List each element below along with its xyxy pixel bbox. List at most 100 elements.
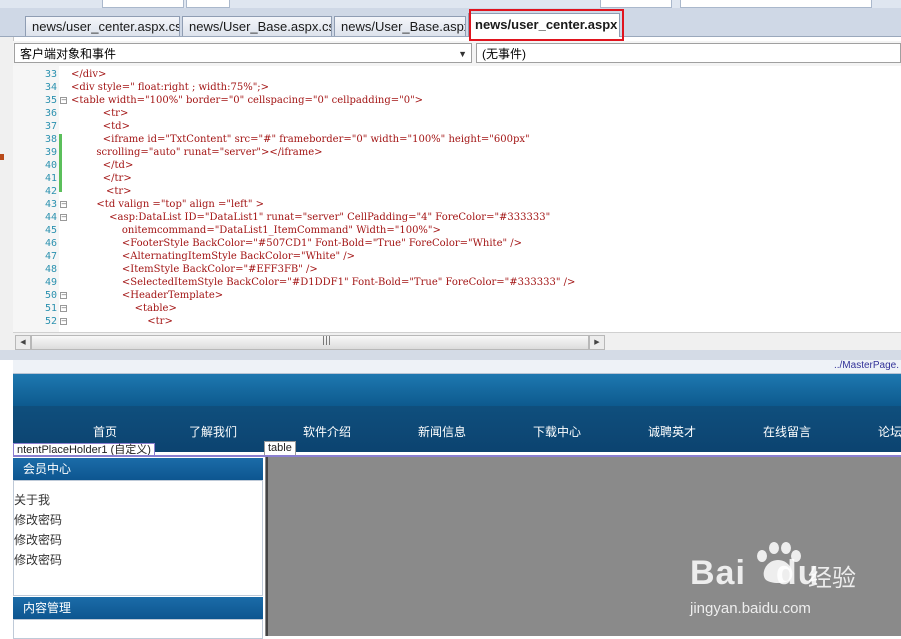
- line-number: 46: [44, 238, 57, 249]
- scroll-right-icon[interactable]: ▶: [589, 335, 605, 350]
- rail-marker: [0, 154, 4, 160]
- event-dropdown-value: (无事件): [482, 47, 526, 61]
- horizontal-scrollbar[interactable]: ◀ ||| ▶: [13, 332, 901, 351]
- code-line[interactable]: 35− <table width="100%" border="0" cellsp…: [13, 94, 901, 107]
- menu-item-change-password[interactable]: 修改密码: [14, 531, 62, 548]
- code-line[interactable]: 38 <iframe id="TxtContent" src="#" frame…: [13, 133, 901, 146]
- code-line[interactable]: 33 </div>: [13, 68, 901, 81]
- fold-toggle-icon[interactable]: −: [60, 201, 67, 208]
- master-page-link[interactable]: ../MasterPage.: [834, 360, 899, 371]
- line-number: 37: [44, 121, 57, 132]
- line-number: 40: [44, 160, 57, 171]
- code-line[interactable]: 40 </td>: [13, 159, 901, 172]
- code-text: <HeaderTemplate>: [71, 290, 224, 301]
- event-dropdown[interactable]: (无事件): [476, 43, 901, 63]
- scroll-track[interactable]: |||: [31, 335, 589, 350]
- menu-item-change-password[interactable]: 修改密码: [14, 511, 62, 528]
- nav-item-forum[interactable]: 论坛: [878, 423, 901, 440]
- tab-user-base-cs[interactable]: news/User_Base.aspx.cs: [182, 16, 332, 36]
- scroll-thumb[interactable]: |||: [32, 336, 588, 349]
- code-line[interactable]: 45 onitemcommand="DataList1_ItemCommand"…: [13, 224, 901, 237]
- line-number: 38: [44, 134, 57, 145]
- line-number: 39: [44, 147, 57, 158]
- object-dropdown-value: 客户端对象和事件: [20, 47, 117, 61]
- code-text: <tr>: [71, 186, 132, 197]
- code-text: <ItemStyle BackColor="#EFF3FB" />: [71, 264, 318, 275]
- code-text: <AlternatingItemStyle BackColor="White" …: [71, 251, 356, 262]
- master-page-path: ../MasterPage.: [13, 360, 901, 374]
- code-text: </div>: [71, 69, 107, 80]
- split-divider[interactable]: [0, 350, 901, 360]
- active-tab-highlight: [469, 9, 624, 41]
- line-number: 52: [44, 316, 57, 327]
- tab-user-base-aspx[interactable]: news/User_Base.aspx: [334, 16, 466, 36]
- line-number: 36: [44, 108, 57, 119]
- fold-toggle-icon[interactable]: −: [60, 97, 67, 104]
- code-line[interactable]: 44− <asp:DataList ID="DataList1" runat="…: [13, 211, 901, 224]
- nav-item-about[interactable]: 了解我们: [189, 423, 237, 440]
- code-line[interactable]: 43− <td valign ="top" align ="left" >: [13, 198, 901, 211]
- code-line[interactable]: 42 <tr>: [13, 185, 901, 198]
- object-dropdown[interactable]: 客户端对象和事件 ▼: [14, 43, 472, 63]
- code-line[interactable]: 52− <tr>: [13, 315, 901, 328]
- line-number: 43: [44, 199, 57, 210]
- nav-item-news[interactable]: 新闻信息: [418, 423, 466, 440]
- code-text: <SelectedItemStyle BackColor="#D1DDF1" F…: [71, 277, 576, 288]
- left-side-rail: [0, 37, 14, 357]
- line-number: 51: [44, 303, 57, 314]
- nav-item-jobs[interactable]: 诚聘英才: [648, 423, 696, 440]
- code-text: <td valign ="top" align ="left" >: [71, 199, 264, 210]
- tab-user-center-cs[interactable]: news/user_center.aspx.cs: [25, 16, 180, 36]
- document-tab-bar: news/user_center.aspx.cs news/User_Base.…: [0, 8, 901, 37]
- menu-item-change-password[interactable]: 修改密码: [14, 551, 62, 568]
- code-text: <tr>: [71, 108, 129, 119]
- line-number: 49: [44, 277, 57, 288]
- line-number: 42: [44, 186, 57, 197]
- content-management-box: [13, 619, 263, 639]
- line-number: 41: [44, 173, 57, 184]
- code-line[interactable]: 51− <table>: [13, 302, 901, 315]
- fold-toggle-icon[interactable]: −: [60, 318, 67, 325]
- line-number: 44: [44, 212, 57, 223]
- line-number: 35: [44, 95, 57, 106]
- fold-toggle-icon[interactable]: −: [60, 305, 67, 312]
- code-text: <td>: [71, 121, 130, 132]
- fold-toggle-icon[interactable]: −: [60, 292, 67, 299]
- code-line[interactable]: 47 <AlternatingItemStyle BackColor="Whit…: [13, 250, 901, 263]
- watermark-cn: 经验: [808, 564, 856, 592]
- code-line[interactable]: 41 </tr>: [13, 172, 901, 185]
- nav-item-software[interactable]: 软件介绍: [303, 423, 351, 440]
- code-line[interactable]: 39 scrolling="auto" runat="server"></ifr…: [13, 146, 901, 159]
- content-management-header: 内容管理: [13, 597, 263, 619]
- fold-toggle-icon[interactable]: −: [60, 214, 67, 221]
- scroll-left-icon[interactable]: ◀: [15, 335, 31, 350]
- code-text: <iframe id="TxtContent" src="#" framebor…: [71, 134, 530, 145]
- nav-item-home[interactable]: 首页: [93, 423, 117, 440]
- code-line[interactable]: 49 <SelectedItemStyle BackColor="#D1DDF1…: [13, 276, 901, 289]
- line-number: 47: [44, 251, 57, 262]
- nav-item-message[interactable]: 在线留言: [763, 423, 811, 440]
- toolbar-field: [680, 0, 872, 8]
- code-line[interactable]: 48 <ItemStyle BackColor="#EFF3FB" />: [13, 263, 901, 276]
- table-tag-label[interactable]: table: [264, 441, 296, 456]
- site-banner: [13, 374, 901, 406]
- code-text: onitemcommand="DataList1_ItemCommand" Wi…: [71, 225, 441, 236]
- code-text: </td>: [71, 160, 134, 171]
- code-editor[interactable]: 33 </div> 34 <div style=" float:right ; wid…: [13, 66, 901, 332]
- code-line[interactable]: 36 <tr>: [13, 107, 901, 120]
- code-line[interactable]: 34 <div style=" float:right ; width:75%";…: [13, 81, 901, 94]
- watermark-url: jingyan.baidu.com: [690, 600, 811, 617]
- nav-item-download[interactable]: 下载中心: [533, 423, 581, 440]
- code-text: </tr>: [71, 173, 132, 184]
- baidu-jingyan-watermark: Bai du 经验 jingyan.baidu.com: [690, 536, 890, 626]
- menu-item-about-me[interactable]: 关于我: [14, 491, 50, 508]
- left-menu-column: 会员中心 关于我 修改密码 修改密码 修改密码 内容管理: [13, 457, 266, 639]
- code-line[interactable]: 46 <FooterStyle BackColor="#507CD1" Font…: [13, 237, 901, 250]
- code-text: <FooterStyle BackColor="#507CD1" Font-Bo…: [71, 238, 523, 249]
- code-text: <tr>: [71, 316, 173, 327]
- toolbar-field: [186, 0, 230, 8]
- code-line[interactable]: 50− <HeaderTemplate>: [13, 289, 901, 302]
- member-center-header: 会员中心: [13, 458, 263, 480]
- code-line[interactable]: 37 <td>: [13, 120, 901, 133]
- toolbar-field: [102, 0, 184, 8]
